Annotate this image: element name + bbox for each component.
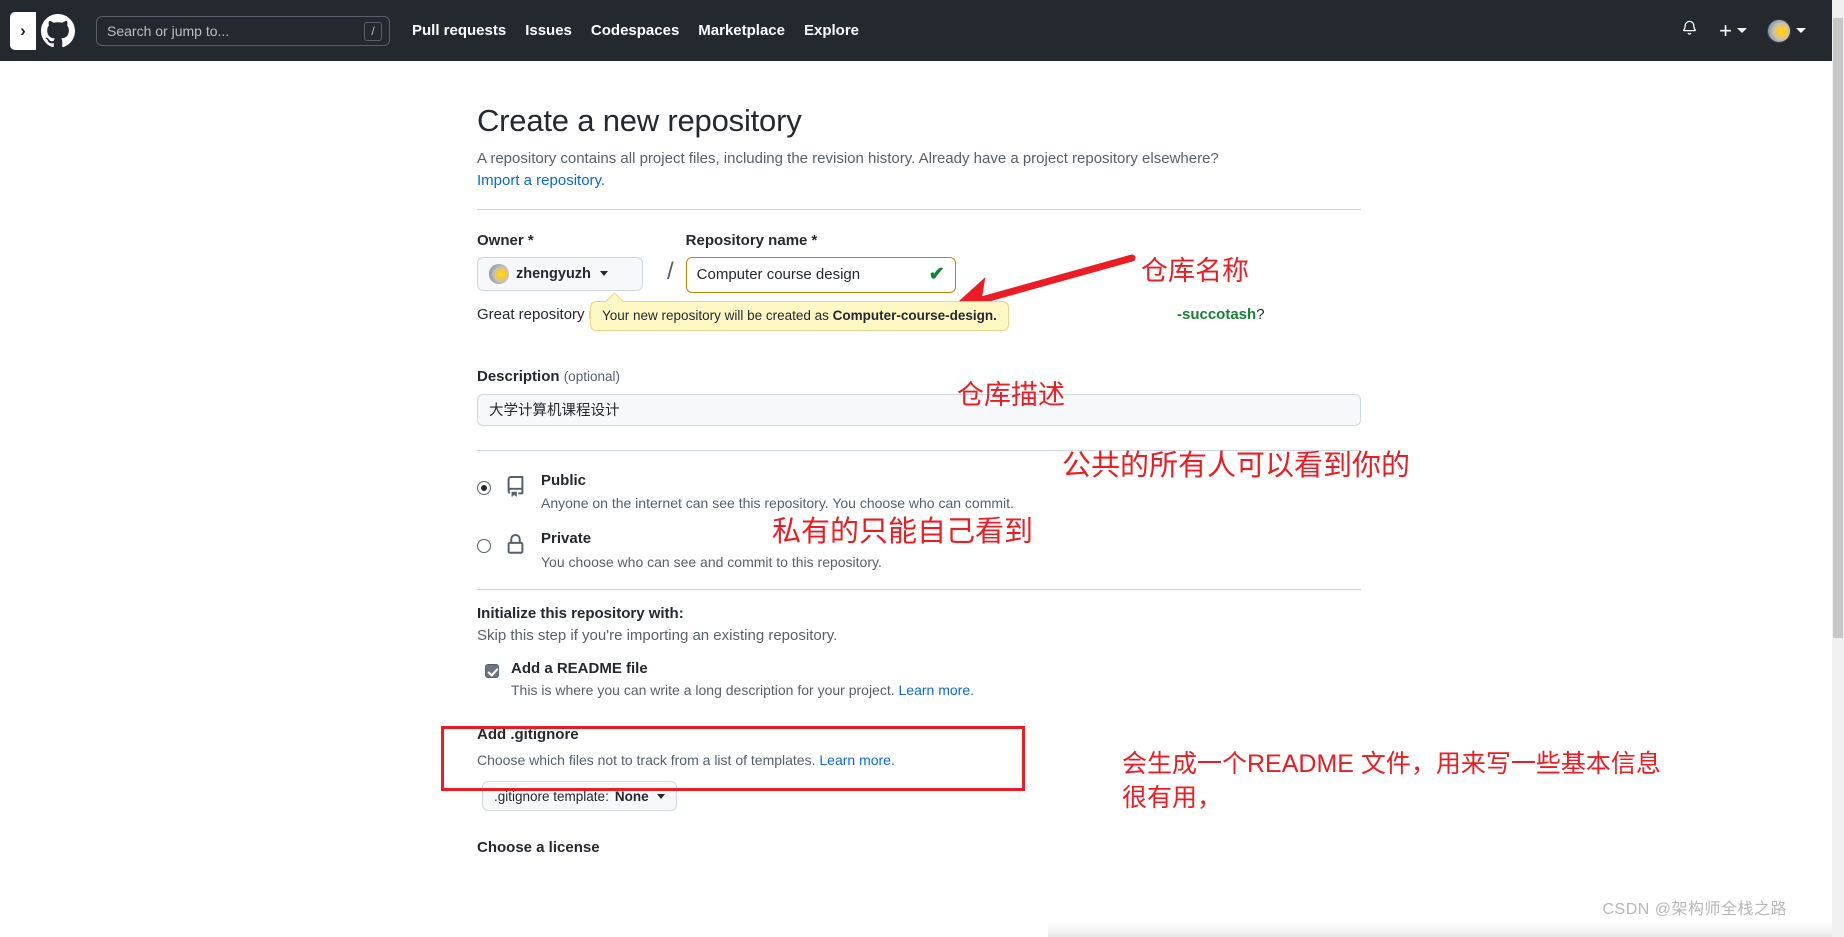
- visibility-options: Public Anyone on the internet can see th…: [477, 472, 1361, 572]
- repository-name-label: Repository name *: [686, 232, 996, 249]
- window-scrollbar[interactable]: [1832, 0, 1844, 937]
- page-title: Create a new repository: [477, 103, 1361, 139]
- visibility-public-title: Public: [541, 472, 1014, 491]
- chevron-down-icon: [657, 794, 665, 799]
- initialize-title: Initialize this repository with:: [477, 605, 1361, 622]
- repository-name-value: Computer course design: [697, 266, 860, 283]
- owner-select[interactable]: zhengyuzh: [477, 257, 643, 291]
- readme-learn-more-link[interactable]: Learn more.: [899, 682, 974, 698]
- plus-icon: +: [1719, 20, 1732, 42]
- search-shortcut-key: /: [364, 22, 382, 41]
- visibility-public-desc: Anyone on the internet can see this repo…: [541, 494, 1014, 512]
- header-right-group: +: [1680, 19, 1814, 43]
- repository-name-tooltip: Your new repository will be created as C…: [590, 301, 1009, 331]
- radio-public[interactable]: [477, 481, 491, 495]
- owner-label-text: Owner: [477, 232, 524, 249]
- search-placeholder: Search or jump to...: [107, 24, 229, 38]
- visibility-option-private[interactable]: Private You choose who can see and commi…: [477, 530, 1361, 571]
- gitignore-desc: Choose which files not to track from a l…: [477, 752, 1361, 768]
- nav-marketplace[interactable]: Marketplace: [698, 22, 785, 39]
- sidebar-toggle-button[interactable]: ›: [10, 12, 36, 50]
- description-value: 大学计算机课程设计: [489, 399, 620, 420]
- required-marker: *: [528, 232, 534, 249]
- gitignore-title: Add .gitignore: [477, 726, 1361, 743]
- chevron-right-icon: ›: [20, 21, 26, 41]
- screenshot-root: › Search or jump to... / Pull requests I…: [0, 0, 1844, 937]
- checkbox-add-readme[interactable]: [485, 664, 499, 678]
- visibility-private-text: Private You choose who can see and commi…: [541, 530, 882, 571]
- github-global-header: › Search or jump to... / Pull requests I…: [0, 0, 1832, 61]
- description-label: Description (optional): [477, 368, 1361, 385]
- visibility-option-public[interactable]: Public Anyone on the internet can see th…: [477, 472, 1361, 513]
- main-content: Create a new repository A repository con…: [0, 61, 1832, 937]
- owner-selected-value: zhengyuzh: [516, 266, 591, 282]
- repository-name-input[interactable]: Computer course design ✔: [686, 257, 956, 293]
- gitignore-learn-more-link[interactable]: Learn more.: [819, 752, 894, 768]
- gitignore-template-select[interactable]: .gitignore template: None: [482, 781, 677, 811]
- lock-icon: [505, 534, 529, 560]
- nav-codespaces[interactable]: Codespaces: [591, 22, 679, 39]
- hint-question: ?: [1256, 306, 1264, 323]
- notifications-bell-icon[interactable]: [1680, 19, 1699, 43]
- create-new-menu[interactable]: +: [1719, 20, 1747, 42]
- gitignore-select-prefix: .gitignore template:: [494, 789, 609, 804]
- avatar: [1767, 19, 1791, 43]
- add-readme-desc: This is where you can write a long descr…: [511, 682, 974, 698]
- description-optional-text: (optional): [564, 369, 620, 384]
- chevron-down-icon: [600, 271, 608, 276]
- description-label-text: Description: [477, 368, 560, 385]
- initialize-section: Initialize this repository with: Skip th…: [477, 605, 1361, 698]
- owner-and-name-row: Owner * zhengyuzh / Repository name *: [477, 232, 1361, 293]
- search-input[interactable]: Search or jump to... /: [96, 16, 390, 46]
- tooltip-prefix: Your new repository will be created as: [602, 308, 833, 323]
- global-nav: Pull requests Issues Codespaces Marketpl…: [412, 22, 859, 39]
- divider: [477, 209, 1361, 210]
- gitignore-section: Add .gitignore Choose which files not to…: [477, 726, 1361, 811]
- visibility-public-text: Public Anyone on the internet can see th…: [541, 472, 1014, 513]
- visibility-private-title: Private: [541, 530, 882, 549]
- choose-license-title: Choose a license: [477, 839, 1361, 856]
- profile-menu[interactable]: [1767, 19, 1806, 43]
- visibility-private-desc: You choose who can see and commit to thi…: [541, 553, 882, 571]
- add-readme-option[interactable]: Add a README file This is where you can …: [477, 660, 1361, 698]
- page-subtitle-text: A repository contains all project files,…: [477, 150, 1219, 167]
- repository-name-field: Repository name * Computer course design…: [686, 232, 996, 293]
- import-repository-link[interactable]: Import a repository.: [477, 172, 605, 189]
- watermark: CSDN @架构师全栈之路: [1602, 895, 1787, 919]
- add-readme-label: Add a README file: [511, 660, 974, 677]
- add-readme-text: Add a README file This is where you can …: [511, 660, 974, 698]
- chevron-down-icon: [1796, 28, 1806, 33]
- description-input[interactable]: 大学计算机课程设计: [477, 394, 1361, 426]
- repository-name-hint: Great repository names are -succotash? Y…: [477, 306, 1361, 328]
- nav-issues[interactable]: Issues: [525, 22, 572, 39]
- scrollbar-thumb[interactable]: [1833, 18, 1843, 638]
- hint-suffix: -succotash: [1177, 306, 1256, 323]
- repo-book-icon: [505, 476, 529, 502]
- new-repository-form: Create a new repository A repository con…: [477, 103, 1361, 856]
- nav-pull-requests[interactable]: Pull requests: [412, 22, 506, 39]
- owner-label: Owner *: [477, 232, 655, 249]
- divider: [477, 450, 1361, 451]
- gitignore-desc-text: Choose which files not to track from a l…: [477, 752, 819, 768]
- required-marker: *: [812, 232, 818, 249]
- chevron-down-icon: [1737, 28, 1747, 33]
- radio-private[interactable]: [477, 539, 491, 553]
- page-subtitle: A repository contains all project files,…: [477, 148, 1361, 192]
- header-left-group: › Search or jump to... / Pull requests I…: [10, 11, 859, 51]
- add-readme-desc-text: This is where you can write a long descr…: [511, 682, 899, 698]
- repository-name-label-text: Repository name: [686, 232, 808, 249]
- owner-name-separator: /: [667, 232, 674, 286]
- divider: [477, 589, 1361, 590]
- check-icon: ✔: [929, 265, 945, 284]
- owner-field: Owner * zhengyuzh: [477, 232, 655, 291]
- tooltip-repo-name: Computer-course-design.: [833, 308, 997, 323]
- nav-explore[interactable]: Explore: [804, 22, 859, 39]
- owner-avatar: [489, 264, 509, 284]
- description-field: Description (optional) 大学计算机课程设计: [477, 368, 1361, 426]
- github-logo-icon[interactable]: [38, 11, 78, 51]
- gitignore-select-value: None: [615, 789, 649, 804]
- initialize-subtitle: Skip this step if you're importing an ex…: [477, 627, 1361, 644]
